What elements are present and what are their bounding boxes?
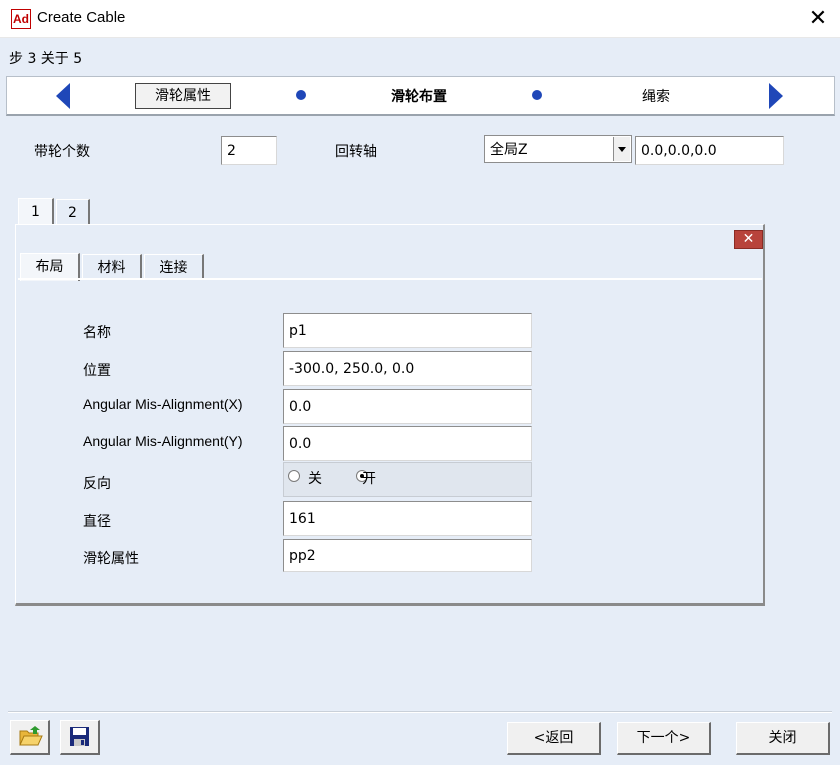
prev-step-arrow-icon[interactable] [56, 83, 70, 109]
step-indicator: 步 3 关于 5 [9, 51, 83, 67]
position-label: 位置 [83, 363, 111, 379]
window-close-icon[interactable]: ✕ [803, 4, 833, 34]
name-input[interactable]: p1 [283, 313, 532, 348]
tab-content-divider [18, 278, 762, 280]
reverse-on-label: 开 [362, 471, 376, 487]
reverse-off-radio[interactable] [288, 470, 300, 482]
diameter-input[interactable]: 161 [283, 501, 532, 536]
reverse-off-label: 关 [308, 471, 322, 487]
dropdown-arrow-icon[interactable] [613, 137, 630, 161]
wizard-step-dot-icon [532, 90, 542, 100]
rotation-axis-select[interactable]: 全局Z [484, 135, 632, 163]
rotation-axis-vector-input[interactable]: 0.0,0.0,0.0 [635, 136, 784, 165]
pulley-property-input[interactable]: pp2 [283, 539, 532, 572]
reverse-label: 反向 [83, 476, 111, 492]
tab-pulley-2[interactable]: 2 [56, 199, 90, 225]
title-bar [0, 0, 840, 38]
misalignment-x-input[interactable]: 0.0 [283, 389, 532, 424]
wizard-step-pulley-properties[interactable]: 滑轮属性 [135, 83, 231, 109]
position-input[interactable]: -300.0, 250.0, 0.0 [283, 351, 532, 386]
wizard-step-cable[interactable]: 绳索 [610, 86, 702, 106]
tab-material[interactable]: 材料 [82, 254, 142, 280]
open-folder-icon [19, 726, 43, 746]
tab-connection[interactable]: 连接 [144, 254, 204, 280]
name-label: 名称 [83, 325, 111, 341]
next-step-arrow-icon[interactable] [769, 83, 783, 109]
misalignment-y-label: Angular Mis-Alignment(Y) [83, 433, 243, 449]
pulley-count-label: 带轮个数 [34, 144, 90, 160]
pulley-count-input[interactable]: 2 [221, 136, 277, 165]
open-file-button[interactable] [10, 720, 50, 755]
footer-separator [8, 711, 832, 713]
save-button[interactable] [60, 720, 100, 755]
tab-pulley-1[interactable]: 1 [18, 198, 54, 226]
next-button[interactable]: 下一个> [617, 722, 711, 755]
back-button[interactable]: <返回 [507, 722, 601, 755]
rotation-axis-selected-value: 全局Z [490, 142, 528, 158]
misalignment-y-input[interactable]: 0.0 [283, 426, 532, 461]
window-title: Create Cable [37, 9, 126, 26]
rotation-axis-label: 回转轴 [335, 144, 377, 160]
save-disk-icon [70, 727, 89, 746]
tab-layout[interactable]: 布局 [20, 253, 80, 281]
pulley-property-label: 滑轮属性 [83, 551, 139, 567]
panel-close-icon[interactable]: ✕ [734, 230, 763, 249]
wizard-step-dot-icon [296, 90, 306, 100]
misalignment-x-label: Angular Mis-Alignment(X) [83, 396, 243, 412]
app-logo-icon: Ad [11, 9, 31, 29]
diameter-label: 直径 [83, 514, 111, 530]
wizard-step-pulley-layout[interactable]: 滑轮布置 [360, 86, 478, 106]
close-button[interactable]: 关闭 [736, 722, 830, 755]
